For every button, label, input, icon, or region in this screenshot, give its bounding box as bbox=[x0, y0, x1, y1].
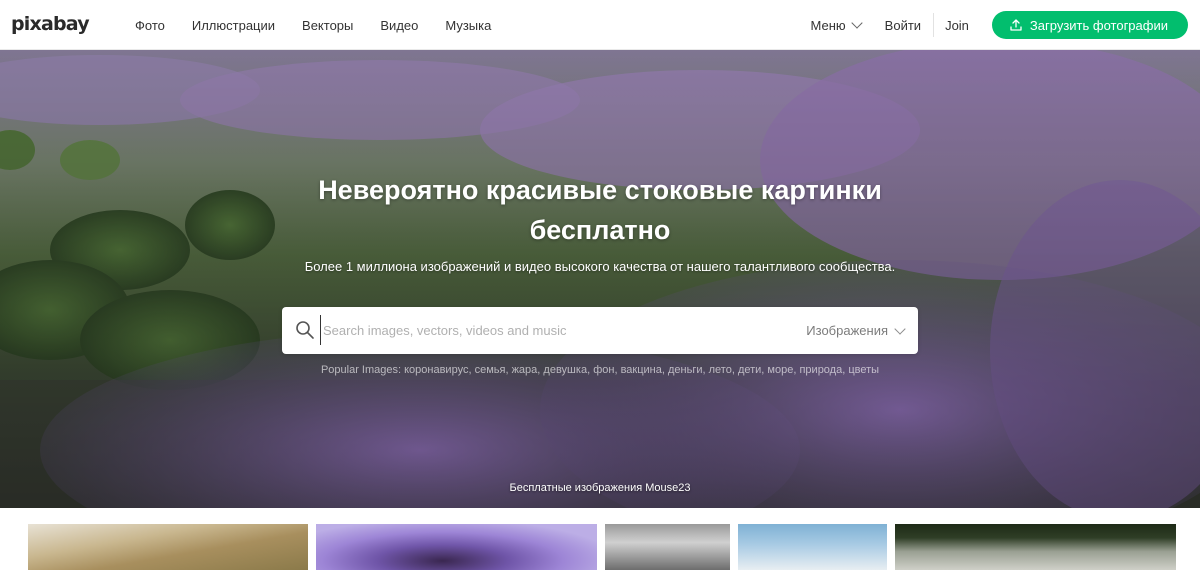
image-grid bbox=[0, 524, 1200, 570]
image-thumbnail[interactable] bbox=[316, 524, 597, 570]
popular-terms-list: коронавирус, семья, жара, девушка, фон, … bbox=[404, 364, 880, 376]
popular-label: Popular Images: bbox=[320, 364, 402, 376]
search-icon[interactable] bbox=[295, 320, 315, 340]
search-bar: Изображения bbox=[282, 307, 918, 354]
upload-label: Загрузить фотографии bbox=[1029, 17, 1168, 33]
media-type-select[interactable]: Изображения bbox=[806, 307, 906, 354]
hero-title: Невероятно красивые стоковые картинки бе… bbox=[0, 170, 1200, 250]
image-thumbnail[interactable] bbox=[28, 524, 308, 570]
menu-button[interactable]: Меню bbox=[810, 17, 863, 33]
pixabay-logo[interactable]: pixabay bbox=[11, 13, 90, 35]
nav-photos[interactable]: Фото bbox=[135, 18, 165, 33]
hero-title-line2: бесплатно bbox=[529, 215, 671, 245]
user-nav: Меню Войти Join Загрузить фотографии bbox=[811, 0, 1188, 50]
popular-term-link[interactable]: девушка bbox=[543, 364, 587, 376]
popular-term-link[interactable]: жара bbox=[512, 364, 538, 376]
popular-term-link[interactable]: природа bbox=[799, 364, 842, 376]
nav-videos[interactable]: Видео bbox=[380, 18, 418, 33]
upload-button[interactable]: Загрузить фотографии bbox=[991, 11, 1188, 39]
hero-banner: Невероятно красивые стоковые картинки бе… bbox=[0, 50, 1200, 508]
media-type-label: Изображения bbox=[806, 323, 888, 338]
popular-term-link[interactable]: лето bbox=[709, 364, 732, 376]
main-nav: Фото Иллюстрации Векторы Видео Музыка bbox=[135, 0, 518, 50]
join-link[interactable]: Join bbox=[945, 18, 969, 33]
search-input[interactable] bbox=[320, 315, 790, 345]
nav-vectors[interactable]: Векторы bbox=[302, 18, 353, 33]
login-link[interactable]: Войти bbox=[885, 18, 921, 33]
popular-term-link[interactable]: деньги bbox=[668, 364, 703, 376]
nav-divider bbox=[933, 13, 935, 37]
popular-term-link[interactable]: семья bbox=[475, 364, 506, 376]
image-thumbnail[interactable] bbox=[738, 524, 887, 570]
popular-term-link[interactable]: вакцина bbox=[621, 364, 662, 376]
upload-icon bbox=[1010, 19, 1022, 31]
popular-term-link[interactable]: фон bbox=[593, 364, 614, 376]
nav-illustrations[interactable]: Иллюстрации bbox=[192, 18, 275, 33]
top-navigation: pixabay Фото Иллюстрации Векторы Видео М… bbox=[0, 0, 1200, 50]
chevron-down-icon bbox=[851, 17, 863, 29]
menu-label: Меню bbox=[810, 17, 846, 33]
image-credit-link[interactable]: Бесплатные изображения Mouse23 bbox=[0, 482, 1200, 494]
popular-searches: Popular Images: коронавирус, семья, жара… bbox=[0, 364, 1200, 376]
hero-background-image bbox=[0, 50, 1200, 508]
hero-title-line1: Невероятно красивые стоковые картинки bbox=[318, 175, 882, 205]
popular-term-link[interactable]: море bbox=[767, 364, 793, 376]
popular-term-link[interactable]: дети bbox=[738, 364, 761, 376]
nav-music[interactable]: Музыка bbox=[445, 18, 491, 33]
image-thumbnail[interactable] bbox=[605, 524, 730, 570]
popular-term-link[interactable]: цветы bbox=[848, 364, 879, 376]
chevron-down-icon bbox=[894, 322, 906, 335]
image-thumbnail[interactable] bbox=[895, 524, 1176, 570]
popular-term-link[interactable]: коронавирус bbox=[404, 364, 468, 376]
hero-subtitle: Более 1 миллиона изображений и видео выс… bbox=[304, 259, 896, 274]
